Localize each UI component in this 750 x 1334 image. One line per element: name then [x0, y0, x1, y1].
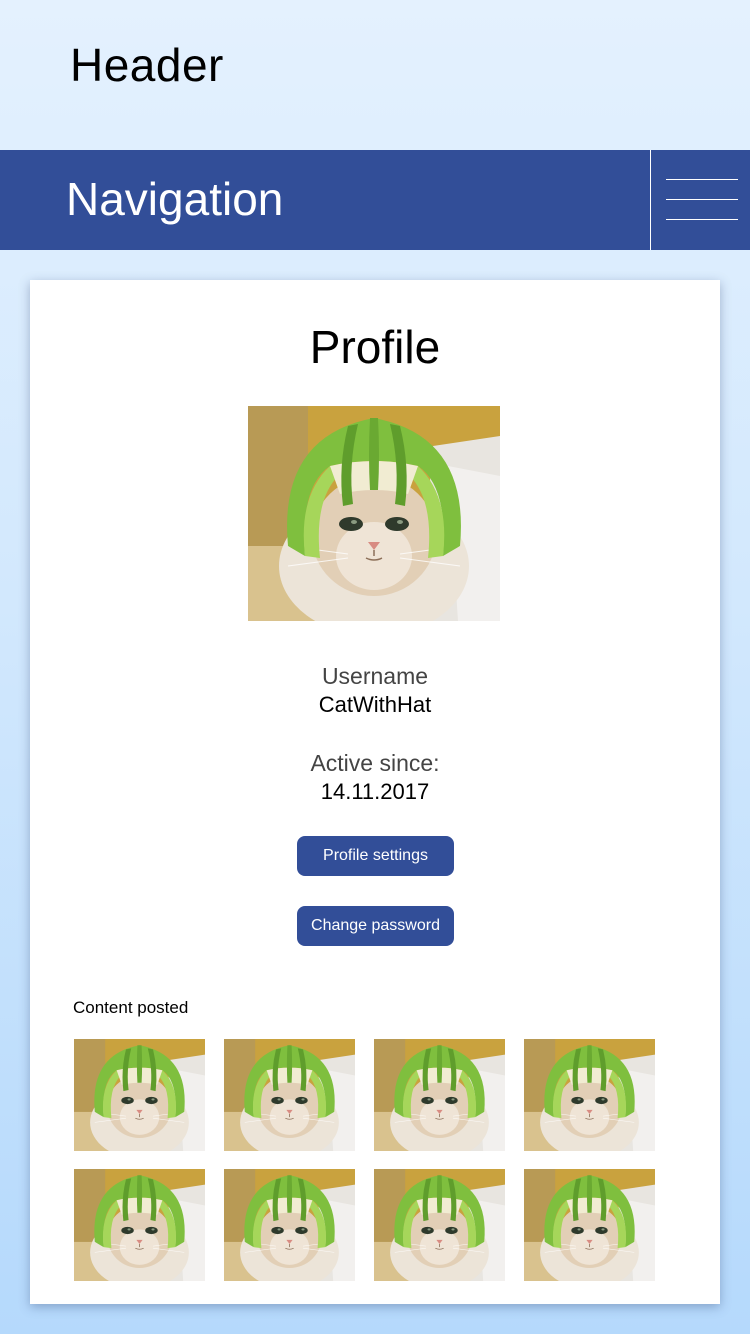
username-label: Username: [321, 663, 429, 689]
content-thumbnail[interactable]: [374, 1039, 505, 1151]
content-thumbnail[interactable]: [374, 1169, 505, 1281]
content-thumbnail[interactable]: [524, 1169, 655, 1281]
change-password-button[interactable]: Change password: [297, 906, 454, 946]
profile-card: Profile Username CatWithHat Active since…: [30, 280, 720, 1304]
active-since-value: 14.11.2017: [320, 779, 430, 804]
content-thumbnail[interactable]: [74, 1039, 205, 1151]
active-since-label: Active since:: [310, 750, 440, 776]
navigation-title[interactable]: Navigation: [66, 172, 283, 226]
content-thumbnail[interactable]: [74, 1169, 205, 1281]
content-thumbnail[interactable]: [524, 1039, 655, 1151]
page-header: Header: [0, 0, 750, 150]
header-title: Header: [70, 39, 224, 91]
content-thumbnail[interactable]: [224, 1169, 355, 1281]
content-posted-title: Content posted: [73, 998, 189, 1017]
avatar: [248, 406, 500, 621]
profile-settings-button[interactable]: Profile settings: [297, 836, 454, 876]
navigation-bar: Navigation: [0, 150, 750, 250]
page-title: Profile: [309, 321, 441, 373]
content-thumbnail[interactable]: [224, 1039, 355, 1151]
hamburger-menu-button[interactable]: [650, 150, 750, 250]
username-value: CatWithHat: [318, 692, 432, 717]
